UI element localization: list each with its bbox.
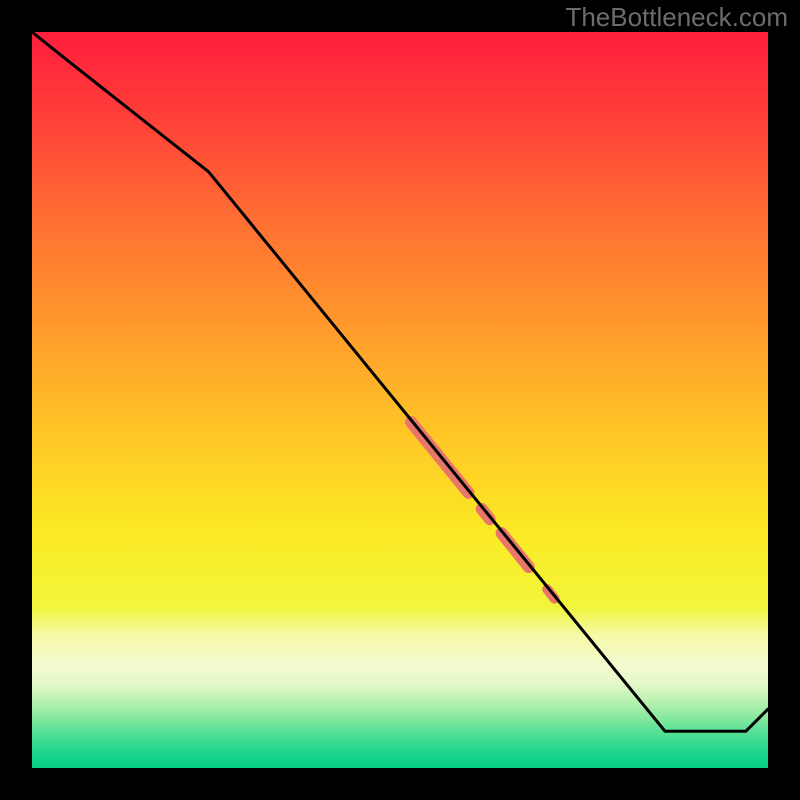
plot-background (32, 32, 768, 768)
watermark-label: TheBottleneck.com (565, 2, 788, 33)
chart-container: TheBottleneck.com (0, 0, 800, 800)
bottleneck-chart (0, 0, 800, 800)
